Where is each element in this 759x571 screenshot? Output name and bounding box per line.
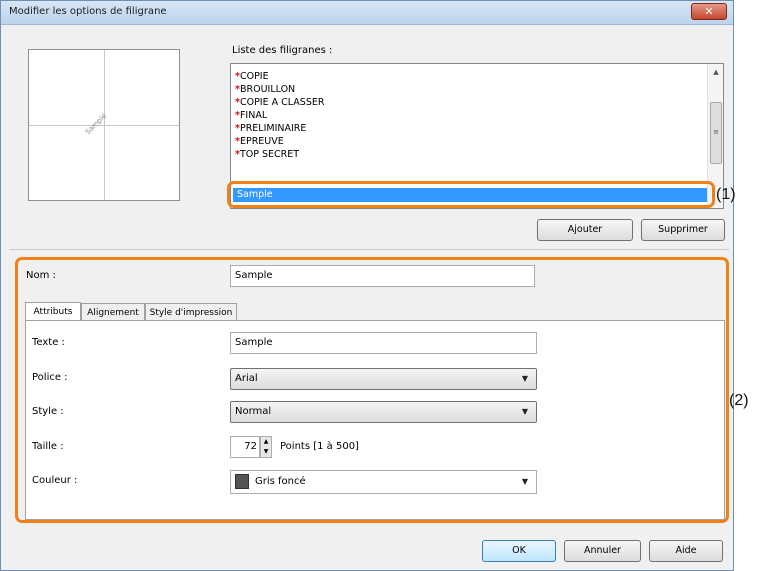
name-label: Nom : <box>26 270 56 281</box>
list-item[interactable]: *COPIE <box>235 70 269 83</box>
chevron-down-icon: ▼ <box>521 374 528 383</box>
help-button[interactable]: Aide <box>649 540 723 562</box>
add-button[interactable]: Ajouter <box>537 219 633 241</box>
style-label: Style : <box>32 406 64 417</box>
scrollbar-grip-icon: ≡ <box>713 128 719 136</box>
text-label: Texte : <box>32 337 65 348</box>
window-title: Modifier les options de filigrane <box>9 6 167 17</box>
watermark-preview: Sample <box>28 49 180 201</box>
size-unit-label: Points [1 à 500] <box>280 441 359 452</box>
color-swatch <box>235 473 249 489</box>
close-button[interactable]: ✕ <box>691 3 727 20</box>
list-item-label: FINAL <box>239 110 268 121</box>
color-label: Couleur : <box>32 475 78 486</box>
chevron-down-icon: ▼ <box>521 407 528 416</box>
list-item[interactable]: *PRELIMINAIRE <box>235 122 306 135</box>
list-item[interactable]: *COPIE A CLASSER <box>235 96 324 109</box>
close-icon: ✕ <box>704 5 714 18</box>
callout-1-highlight <box>227 181 715 208</box>
list-item-label: COPIE A CLASSER <box>239 97 325 108</box>
preview-vertical-guide <box>104 50 105 200</box>
list-item-label: BROUILLON <box>239 84 296 95</box>
color-select[interactable]: Gris foncé ▼ <box>230 470 537 494</box>
list-item[interactable]: *BROUILLON <box>235 83 295 96</box>
size-label: Taille : <box>32 441 64 452</box>
list-item[interactable]: *TOP SECRET <box>235 148 299 157</box>
title-bar: Modifier les options de filigrane ✕ <box>1 1 733 25</box>
list-item-label: EPREUVE <box>239 136 284 147</box>
font-select-value: Arial <box>235 373 258 384</box>
list-item-label: COPIE <box>239 71 269 82</box>
spinner-arrows-icon[interactable]: ▲ ▼ <box>260 436 272 458</box>
name-input[interactable]: Sample <box>230 265 535 287</box>
callout-2-label: (2) <box>729 392 749 409</box>
cancel-button[interactable]: Annuler <box>564 540 641 562</box>
list-item[interactable]: *EPREUVE <box>235 135 284 148</box>
chevron-down-icon: ▼ <box>521 477 528 486</box>
list-item[interactable]: *FINAL <box>235 109 267 122</box>
list-item-label: PRELIMINAIRE <box>239 123 307 134</box>
watermark-options-dialog: Modifier les options de filigrane ✕ Samp… <box>0 0 734 571</box>
list-item-label: TOP SECRET <box>239 149 300 157</box>
color-select-value: Gris foncé <box>255 476 306 487</box>
ok-button[interactable]: OK <box>482 540 556 562</box>
style-select[interactable]: Normal ▼ <box>230 401 537 423</box>
scroll-up-icon[interactable]: ▲ <box>708 68 723 82</box>
font-select[interactable]: Arial ▼ <box>230 368 537 390</box>
text-input[interactable]: Sample <box>230 332 537 354</box>
section-divider <box>9 249 729 250</box>
watermark-list-label: Liste des filigranes : <box>232 45 333 56</box>
delete-button[interactable]: Supprimer <box>641 219 725 241</box>
style-select-value: Normal <box>235 406 272 417</box>
font-label: Police : <box>32 372 68 383</box>
callout-1-label: (1) <box>716 186 736 203</box>
size-input[interactable]: 72 <box>230 436 260 458</box>
